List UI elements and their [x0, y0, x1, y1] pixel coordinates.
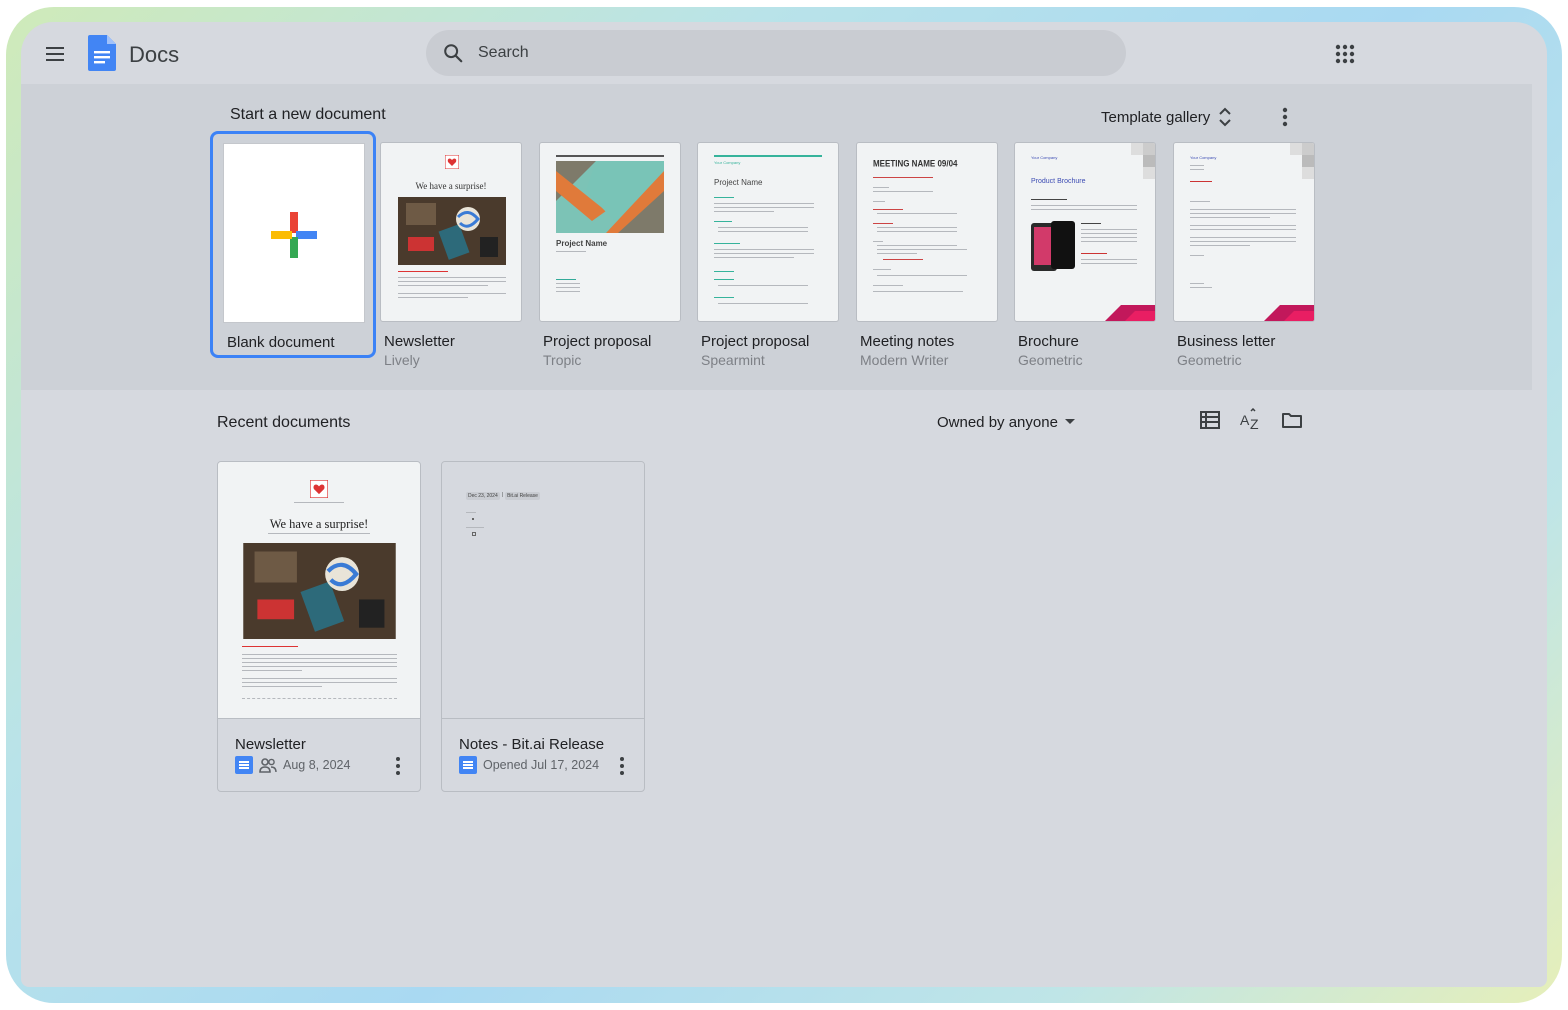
preview-photo [243, 543, 396, 639]
doc-title: Notes - Bit.ai Release [459, 736, 605, 753]
doc-meta: Aug 8, 2024 [235, 756, 350, 774]
docs-file-icon [235, 756, 253, 774]
template-business-letter-geometric[interactable]: Your Company Business letter Geometric [1173, 142, 1315, 368]
doc-title: Newsletter [235, 736, 306, 753]
svg-text:Z: Z [1250, 416, 1259, 432]
template-project-proposal-tropic[interactable]: Project Name Project proposal Tropic [539, 142, 681, 368]
template-thumbnail: Your Company Project Name [697, 142, 839, 322]
preview-company: Your Company [1031, 155, 1058, 160]
template-name: Business letter [1177, 333, 1276, 350]
preview-heading: MEETING NAME 09/04 [873, 158, 958, 169]
template-subtitle: Lively [384, 352, 420, 368]
list-view-icon[interactable] [1198, 408, 1222, 432]
unfold-icon [1219, 107, 1231, 127]
template-blank-document[interactable]: Blank document [210, 131, 376, 358]
preview-company: Your Company [1190, 155, 1217, 160]
template-thumbnail: Your Company [1173, 142, 1315, 322]
heart-logo-icon [445, 155, 459, 169]
template-newsletter-lively[interactable]: We have a surprise! Newsletter Lively [380, 142, 522, 368]
template-name: Project proposal [701, 333, 810, 350]
app-title[interactable]: Docs [129, 42, 179, 68]
template-subtitle: Tropic [543, 352, 582, 368]
template-subtitle: Geometric [1018, 352, 1083, 368]
doc-date: Aug 8, 2024 [283, 758, 351, 772]
template-name: Meeting notes [860, 333, 955, 350]
recent-doc-card-notes-bitai-release[interactable]: Dec 23, 2024 | Bit.ai Release Notes - Bi… [441, 461, 645, 792]
recent-doc-card-newsletter[interactable]: We have a surprise! Newsletter Aug 8, 20… [217, 461, 421, 792]
preview-heading: We have a surprise! [269, 517, 369, 531]
template-name: Blank document [227, 334, 335, 351]
geometric-corner-graphic [1290, 143, 1314, 179]
search-input[interactable] [478, 30, 1098, 76]
preview-heading: Project Name [714, 178, 763, 187]
svg-text:A: A [1240, 412, 1250, 428]
plus-icon [271, 212, 317, 258]
template-subtitle: Spearmint [701, 352, 765, 368]
owner-filter-label: Owned by anyone [937, 413, 1058, 431]
template-meeting-notes-modern-writer[interactable]: MEETING NAME 09/04 Meeting notes Modern … [856, 142, 998, 368]
geometric-corner-graphic [1131, 143, 1155, 179]
preview-heading: Product Brochure [1031, 178, 1086, 185]
dropdown-arrow-icon [1064, 419, 1075, 424]
search-bar[interactable] [426, 30, 1126, 76]
template-subtitle: Geometric [1177, 352, 1242, 368]
preview-heading: Project Name [556, 239, 608, 248]
folder-icon[interactable] [1280, 408, 1304, 432]
heart-logo-icon [310, 480, 328, 498]
template-gallery-button[interactable]: Template gallery [1101, 102, 1232, 132]
preview-date-chip: Dec 23, 2024 | Bit.ai Release [466, 492, 540, 500]
sort-az-icon[interactable]: A Z [1239, 408, 1263, 432]
main-menu-button[interactable] [35, 34, 75, 74]
geometric-footer-graphic [1105, 305, 1155, 321]
template-brochure-geometric[interactable]: Your Company Product Brochure Brochure G… [1014, 142, 1156, 368]
doc-meta: Opened Jul 17, 2024 [459, 756, 599, 774]
template-section: Start a new document Template gallery Bl… [21, 84, 1532, 390]
preview-graphic [556, 161, 664, 233]
template-thumbnail: Project Name [539, 142, 681, 322]
doc-thumbnail: We have a surprise! [218, 462, 420, 719]
more-vert-icon[interactable] [612, 755, 632, 777]
apps-grid-icon[interactable] [1333, 42, 1357, 66]
geometric-footer-graphic [1264, 305, 1314, 321]
preview-photo [398, 197, 506, 265]
docs-home-screen: Docs Start a new document Template galle… [21, 22, 1547, 987]
hamburger-icon [46, 47, 64, 61]
template-name: Brochure [1018, 333, 1079, 350]
template-thumbnail: Your Company Product Brochure [1014, 142, 1156, 322]
more-vert-icon[interactable] [1273, 104, 1297, 130]
template-name: Newsletter [384, 333, 455, 350]
template-name: Project proposal [543, 333, 652, 350]
checkbox-icon [472, 532, 476, 536]
more-vert-icon[interactable] [388, 755, 408, 777]
recent-documents-heading: Recent documents [217, 414, 351, 431]
doc-thumbnail: Dec 23, 2024 | Bit.ai Release [442, 462, 644, 719]
owner-filter-dropdown[interactable]: Owned by anyone [937, 410, 1076, 434]
doc-opened-date: Opened Jul 17, 2024 [483, 758, 600, 772]
template-thumbnail [223, 143, 365, 323]
template-project-proposal-spearmint[interactable]: Your Company Project Name Project propos… [697, 142, 839, 368]
phone-graphic [1031, 221, 1075, 271]
docs-logo-icon[interactable] [88, 35, 116, 71]
docs-file-icon [459, 756, 477, 774]
preview-heading: We have a surprise! [415, 181, 487, 191]
template-subtitle: Modern Writer [860, 352, 949, 368]
search-icon[interactable] [442, 42, 464, 64]
shared-people-icon [259, 758, 277, 773]
preview-company: Your Company [714, 160, 741, 165]
template-gallery-label: Template gallery [1101, 108, 1211, 126]
template-thumbnail: We have a surprise! [380, 142, 522, 322]
template-thumbnail: MEETING NAME 09/04 [856, 142, 998, 322]
start-new-heading: Start a new document [230, 106, 386, 123]
top-bar: Docs [21, 22, 1547, 84]
